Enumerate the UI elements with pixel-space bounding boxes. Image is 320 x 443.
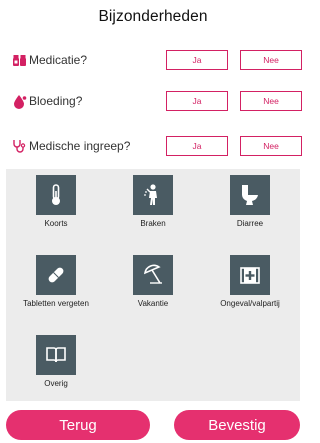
medicatie-nee-button[interactable]: Nee [240,50,302,70]
category-koorts[interactable]: Koorts [8,169,104,241]
question-medische-ingreep: Medische ingreep? Ja Nee [12,136,302,158]
back-button[interactable]: Terug [6,410,150,440]
blood-drop-icon [12,94,27,109]
category-label: Ongeval/valpartij [220,299,280,308]
medicatie-ja-button[interactable]: Ja [166,50,228,70]
category-label: Overig [44,379,68,388]
category-overig[interactable]: Overig [8,329,104,401]
bloeding-nee-button[interactable]: Nee [240,91,302,111]
question-bloeding: Bloeding? Ja Nee [12,91,302,113]
category-panel: Koorts Braken Diarree Tabletten vergeten… [6,169,300,401]
category-label: Tabletten vergeten [23,299,89,308]
category-tabletten-vergeten[interactable]: Tabletten vergeten [8,249,104,321]
thermometer-icon [36,175,76,215]
toilet-icon [230,175,270,215]
category-label: Braken [140,219,166,228]
question-label: Medische ingreep? [29,139,131,153]
category-vakantie[interactable]: Vakantie [105,249,201,321]
category-label: Koorts [44,219,68,228]
category-braken[interactable]: Braken [105,169,201,241]
category-label: Diarree [236,219,264,228]
stethoscope-icon [12,139,27,154]
vomiting-person-icon [133,175,173,215]
question-label: Bloeding? [29,94,83,108]
category-label: Vakantie [137,299,169,308]
page-title: Bijzonderheden [98,8,208,25]
beach-umbrella-icon [133,255,173,295]
pill-bottle-icon [12,53,27,68]
open-book-icon [36,335,76,375]
confirm-button[interactable]: Bevestig [174,410,300,440]
capsule-icon [36,255,76,295]
question-medicatie: Medicatie? Ja Nee [12,50,302,72]
question-label: Medicatie? [29,53,88,67]
category-ongeval-valpartij[interactable]: Ongeval/valpartij [202,249,298,321]
category-diarree[interactable]: Diarree [202,169,298,241]
first-aid-kit-icon [230,255,270,295]
ingreep-ja-button[interactable]: Ja [166,136,228,156]
bloeding-ja-button[interactable]: Ja [166,91,228,111]
ingreep-nee-button[interactable]: Nee [240,136,302,156]
